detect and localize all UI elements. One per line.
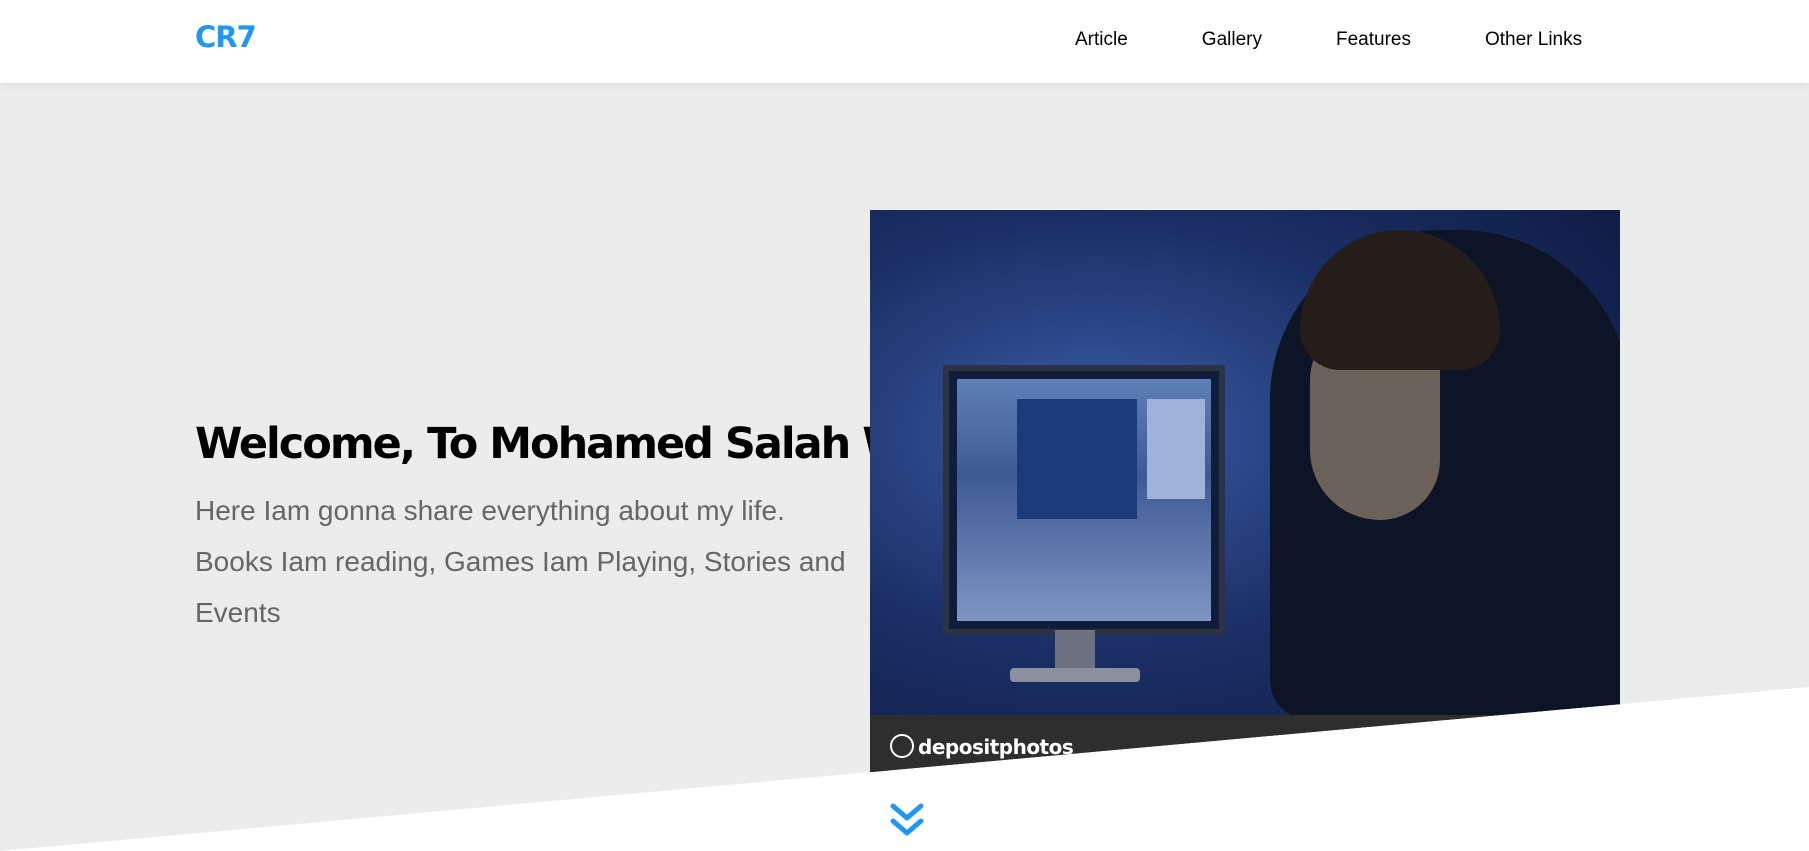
nav-link-gallery[interactable]: Gallery [1165, 0, 1299, 83]
nav-link-other-links[interactable]: Other Links [1448, 0, 1619, 83]
main-nav: Article Gallery Features Other Links [1046, 0, 1619, 83]
watermark-id: Image ID: 418159096 [1383, 741, 1470, 751]
watermark-bar: depositphotos Image ID: 418159096 www.de… [870, 715, 1620, 772]
watermark-site: www.depositphotos.com [1504, 741, 1602, 751]
intro-title: Welcome, To Mohamed Salah Web [195, 419, 964, 469]
monitor-shape [943, 365, 1225, 635]
camera-icon [890, 734, 914, 758]
nav-link-features[interactable]: Features [1299, 0, 1448, 83]
logo[interactable]: CR7 [195, 20, 257, 54]
watermark-logo: depositphotos [890, 734, 1074, 759]
landing-section: Welcome, To Mohamed Salah Web Here Iam g… [0, 83, 1809, 851]
site-header: CR7 Article Gallery Features Other Links [0, 0, 1809, 83]
intro-text: Here Iam gonna share everything about my… [195, 495, 846, 628]
double-chevron-down-icon[interactable] [889, 801, 925, 841]
nav-link-article[interactable]: Article [1046, 0, 1165, 83]
hero-image: depositphotos Image ID: 418159096 www.de… [870, 210, 1620, 772]
